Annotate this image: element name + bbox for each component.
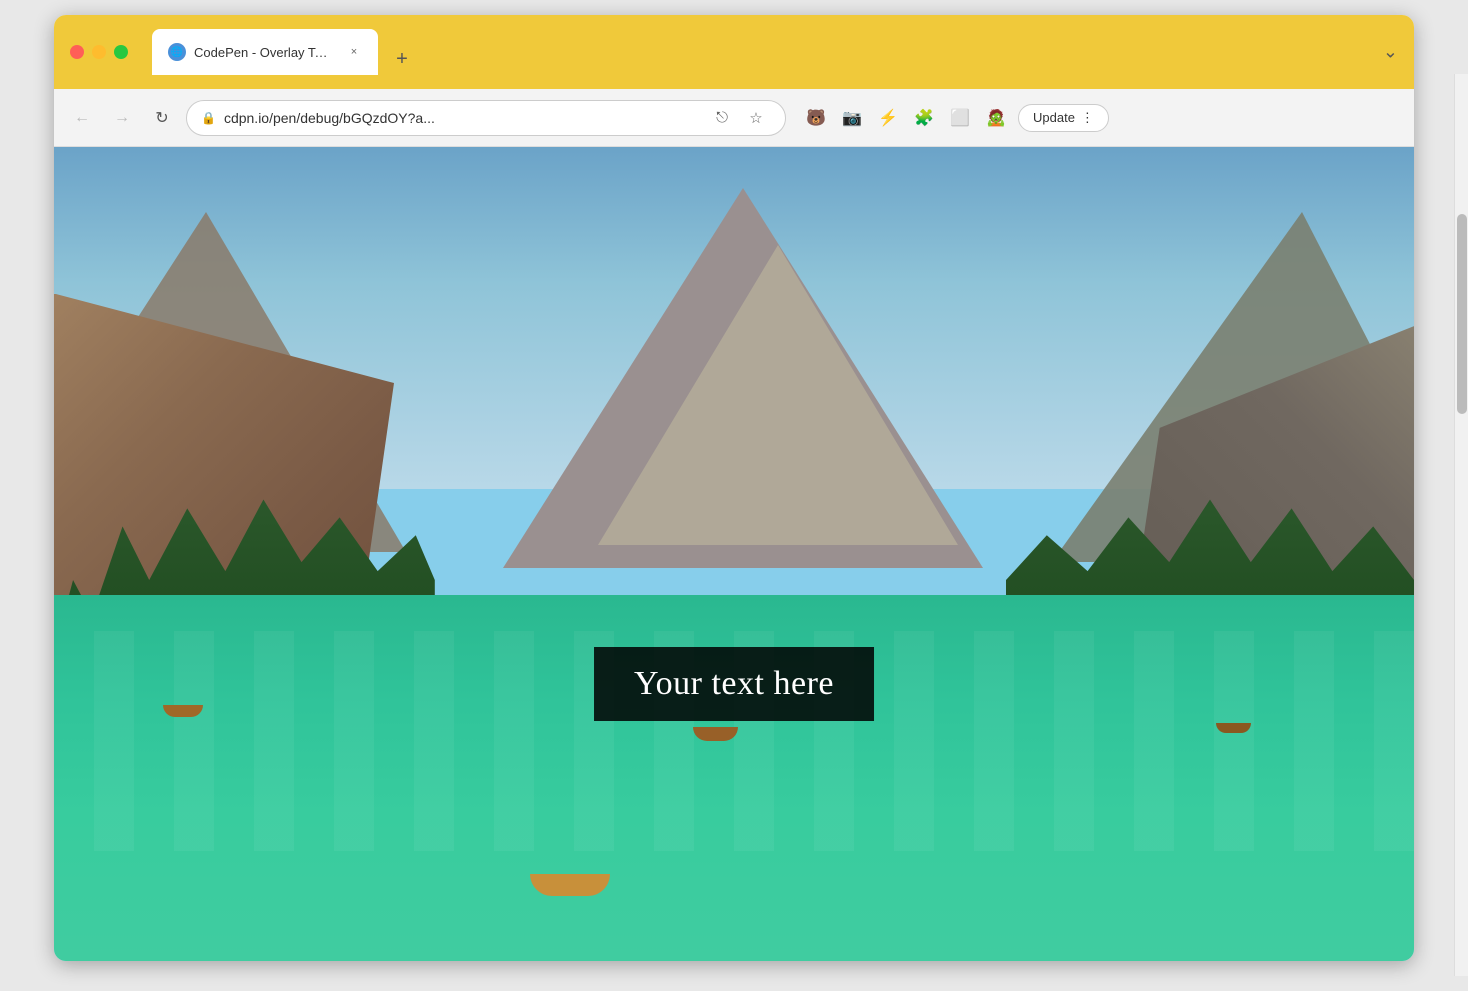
tab-favicon: 🌐 <box>168 43 186 61</box>
boat-small-right <box>1216 723 1251 733</box>
title-bar: 🌐 CodePen - Overlay Text on Ima × + ⌄ <box>54 15 1414 89</box>
overlay-text: Your text here <box>634 665 834 702</box>
address-bar[interactable]: 🔒 cdpn.io/pen/debug/bGQzdOY?a... ⎋ ☆ <box>186 100 786 136</box>
lightning-extension-icon[interactable]: ⚡ <box>874 104 902 132</box>
avatar-extension-icon[interactable]: 🧟 <box>982 104 1010 132</box>
camera-extension-icon[interactable]: 📷 <box>838 104 866 132</box>
mountain-center-overlay <box>598 245 958 545</box>
minimize-traffic-light[interactable] <box>92 45 106 59</box>
tab-title: CodePen - Overlay Text on Ima <box>194 45 334 60</box>
extensions-area: 🐻 📷 ⚡ 🧩 ⬜ 🧟 Update ⋮ <box>802 104 1109 132</box>
lock-icon: 🔒 <box>201 111 216 125</box>
back-button[interactable]: ← <box>66 102 98 134</box>
close-traffic-light[interactable] <box>70 45 84 59</box>
tabs-area: 🌐 CodePen - Overlay Text on Ima × + <box>152 29 1398 75</box>
address-actions: ⎋ ☆ <box>707 103 771 133</box>
boat-hull <box>530 874 610 896</box>
scrollbar[interactable] <box>1454 74 1468 976</box>
browser-window: 🌐 CodePen - Overlay Text on Ima × + ⌄ ← … <box>54 15 1414 961</box>
traffic-lights <box>70 45 128 59</box>
bear-extension-icon[interactable]: 🐻 <box>802 104 830 132</box>
reload-button[interactable]: ↻ <box>146 102 178 134</box>
navbar: ← → ↻ 🔒 cdpn.io/pen/debug/bGQzdOY?a... ⎋… <box>54 89 1414 147</box>
overlay-text-container: Your text here <box>594 647 874 721</box>
scrollbar-thumb[interactable] <box>1457 214 1467 414</box>
puzzle-extension-icon[interactable]: 🧩 <box>910 104 938 132</box>
address-text: cdpn.io/pen/debug/bGQzdOY?a... <box>224 110 699 126</box>
maximize-traffic-light[interactable] <box>114 45 128 59</box>
new-tab-button[interactable]: + <box>386 43 418 75</box>
tab-close-button[interactable]: × <box>346 44 362 60</box>
boat-small-left <box>163 705 203 717</box>
active-tab[interactable]: 🌐 CodePen - Overlay Text on Ima × <box>152 29 378 75</box>
content-area: Your text here <box>54 147 1414 961</box>
share-button[interactable]: ⎋ <box>707 103 737 133</box>
boat-main <box>530 856 610 896</box>
bookmark-button[interactable]: ☆ <box>741 103 771 133</box>
sidebar-extension-icon[interactable]: ⬜ <box>946 104 974 132</box>
forward-button[interactable]: → <box>106 102 138 134</box>
tab-overflow-button[interactable]: ⌄ <box>1383 42 1398 63</box>
update-button[interactable]: Update ⋮ <box>1018 104 1109 132</box>
